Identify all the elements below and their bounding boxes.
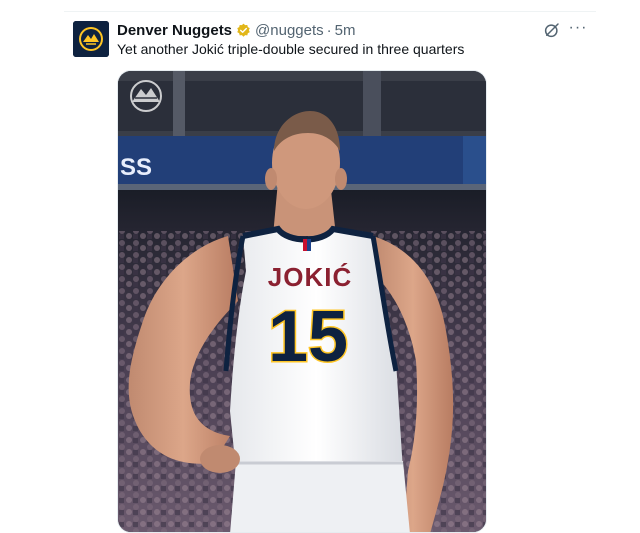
gold-verified-badge-icon xyxy=(236,23,251,38)
jersey-name: JOKIĆ xyxy=(268,262,352,292)
player-photo: SS JOKIĆ 15 xyxy=(118,71,486,532)
author-handle[interactable]: @nuggets xyxy=(255,22,324,39)
arena-banner-text: SS xyxy=(120,154,152,181)
nuggets-logo-icon xyxy=(73,21,109,57)
separator-dot: · xyxy=(326,21,332,39)
grok-icon[interactable] xyxy=(543,21,561,39)
tweet-image[interactable]: SS JOKIĆ 15 xyxy=(117,70,487,533)
jersey-number: 15 xyxy=(268,297,348,377)
timestamp[interactable]: 5m xyxy=(335,22,356,39)
divider xyxy=(64,11,596,12)
tweet-header: Denver Nuggets @nuggets · 5m xyxy=(117,21,355,39)
avatar[interactable] xyxy=(73,21,109,57)
author-name[interactable]: Denver Nuggets xyxy=(117,22,232,39)
tweet-text: Yet another Jokić triple-double secured … xyxy=(117,41,465,57)
more-options-button[interactable]: ··· xyxy=(568,19,588,39)
